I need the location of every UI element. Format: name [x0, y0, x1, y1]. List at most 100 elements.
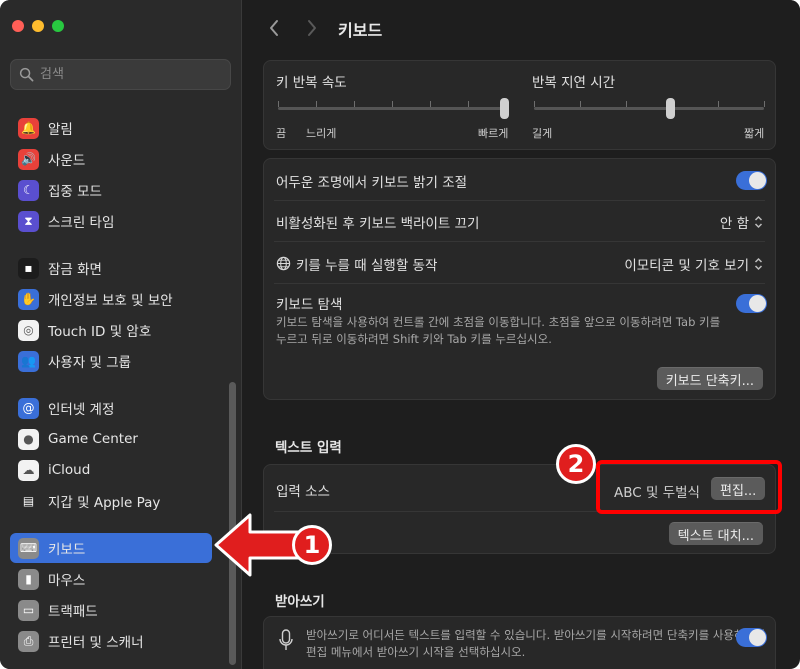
forward-button[interactable]	[301, 16, 323, 40]
divider	[274, 241, 765, 242]
keyboard-nav-toggle[interactable]	[736, 294, 767, 313]
repeat-rate-min-label: 끔	[276, 127, 287, 140]
key-repeat-card: 키 반복 속도 반복 지연 시간 끔 느리게 빠르게 길게 짧게	[263, 60, 776, 150]
text-input-section-title: 텍스트 입력	[275, 440, 342, 456]
backlight-adjust-label: 어두운 조명에서 키보드 밝기 조절	[276, 175, 468, 191]
dictation-toggle[interactable]	[736, 628, 767, 647]
speaker-icon: 🔊	[18, 148, 39, 170]
sidebar-item[interactable]: 👥 사용자 및 그룹	[10, 346, 212, 376]
sidebar-item[interactable]: ◎ Touch ID 및 암호	[10, 315, 212, 345]
sidebar-item[interactable]: ▭ 트랙패드	[10, 595, 212, 625]
repeat-delay-title: 반복 지연 시간	[532, 75, 616, 91]
search-field[interactable]	[10, 59, 231, 90]
repeat-rate-max-label: 빠르게	[478, 127, 509, 140]
sidebar-item[interactable]: ✋ 개인정보 보호 및 보안	[10, 284, 212, 314]
tick	[278, 101, 279, 107]
mouse-icon: ▮	[18, 568, 39, 590]
globe-key-popup[interactable]: 이모티콘 및 기호 보기	[624, 254, 763, 274]
backlight-adjust-toggle[interactable]	[736, 171, 767, 190]
backlight-off-value: 안 함	[719, 216, 749, 232]
sidebar-item[interactable]: ⌨ 키보드	[10, 533, 212, 563]
divider	[274, 200, 765, 201]
tick	[354, 101, 355, 107]
dictation-desc-1: 받아쓰기로 어디서든 텍스트를 입력할 수 있습니다. 받아쓰기를 시작하려면 …	[306, 628, 766, 642]
text-replacements-button[interactable]: 텍스트 대치...	[668, 522, 763, 545]
highlight-box-edit	[596, 460, 782, 514]
sidebar-item[interactable]: ▤ 지갑 및 Apple Pay	[10, 486, 212, 516]
divider	[274, 283, 765, 284]
tick	[430, 101, 431, 107]
window-controls	[12, 20, 64, 32]
sidebar-item-label: 프린터 및 스캐너	[48, 635, 144, 651]
repeat-rate-track	[278, 107, 506, 110]
sidebar-item-label: 인터넷 계정	[48, 402, 115, 418]
back-button[interactable]	[263, 16, 285, 40]
keyboard-settings-card: 어두운 조명에서 키보드 밝기 조절 비활성화된 후 키보드 백라이트 끄기 안…	[263, 158, 776, 400]
sidebar-item-label: Game Center	[48, 431, 138, 447]
sidebar-item-label: 잠금 화면	[48, 262, 102, 278]
sidebar-item[interactable]: ⧗ 스크린 타임	[10, 206, 212, 236]
sidebar-item-label: 마우스	[48, 573, 86, 589]
repeat-rate-knob[interactable]	[500, 98, 509, 119]
close-button[interactable]	[12, 20, 24, 32]
globe-key-value: 이모티콘 및 기호 보기	[624, 258, 749, 274]
sidebar-item[interactable]: ▮ 마우스	[10, 564, 212, 594]
sidebar-item[interactable]: 🔊 사운드	[10, 144, 212, 174]
repeat-delay-min-label: 길게	[532, 127, 553, 140]
sidebar-item-label: 집중 모드	[48, 184, 102, 200]
backlight-off-popup[interactable]: 안 함	[720, 212, 763, 232]
chevron-right-icon	[308, 20, 316, 36]
keyboard-nav-label: 키보드 탐색	[276, 297, 343, 313]
updown-chevron-icon	[754, 215, 763, 229]
sidebar: 🔔 알림 🔊 사운드 ☾ 집중 모드 ⧗ 스크린 타임 ▪ 잠금 화면 ✋ 개인정보 보호 및 보안 ◎…	[0, 0, 242, 669]
repeat-rate-title: 키 반복 속도	[276, 75, 347, 91]
updown-chevron-icon	[754, 257, 763, 271]
sidebar-item-label: Touch ID 및 암호	[48, 324, 152, 340]
keyboard-shortcuts-button[interactable]: 키보드 단축키...	[656, 367, 763, 390]
lock-screen-icon: ▪	[18, 257, 39, 279]
sidebar-item[interactable]: ▪ 잠금 화면	[10, 253, 212, 283]
hand-icon: ✋	[18, 288, 39, 310]
tick	[392, 101, 393, 107]
globe-key-label: 키를 누를 때 실행할 동작	[296, 258, 438, 274]
sidebar-item-label: 알림	[48, 122, 73, 138]
settings-window: 🔔 알림 🔊 사운드 ☾ 집중 모드 ⧗ 스크린 타임 ▪ 잠금 화면 ✋ 개인정보 보호 및 보안 ◎…	[0, 0, 800, 669]
dictation-card: 받아쓰기로 어디서든 텍스트를 입력할 수 있습니다. 받아쓰기를 시작하려면 …	[263, 616, 776, 669]
sidebar-item[interactable]: 🔔 알림	[10, 113, 212, 143]
repeat-delay-track	[534, 107, 764, 110]
keyboard-nav-desc-1: 키보드 탐색을 사용하여 컨트롤 간에 초점을 이동합니다. 초점을 앞으로 이…	[276, 315, 721, 329]
keyboard-icon: ⌨	[18, 537, 39, 559]
sidebar-item[interactable]: @ 인터넷 계정	[10, 393, 212, 423]
tick	[764, 101, 765, 107]
trackpad-icon: ▭	[18, 599, 39, 621]
fingerprint-icon: ◎	[18, 319, 39, 341]
minimize-button[interactable]	[32, 20, 44, 32]
microphone-icon	[279, 629, 293, 650]
sidebar-item-label: 사용자 및 그룹	[48, 355, 132, 371]
sidebar-item[interactable]: ☾ 집중 모드	[10, 175, 212, 205]
printer-icon: ⎙	[18, 630, 39, 652]
content-pane: 키 반복 속도 반복 지연 시간 끔 느리게 빠르게 길게 짧게 어두운 조명에…	[243, 56, 800, 669]
moon-icon: ☾	[18, 179, 39, 201]
step-1-badge: 1	[292, 525, 332, 565]
page-title: 키보드	[338, 21, 383, 40]
tick	[534, 101, 535, 107]
sidebar-item[interactable]: ⎙ 프린터 및 스캐너	[10, 626, 212, 656]
sidebar-item-label: 지갑 및 Apple Pay	[48, 495, 161, 511]
hourglass-icon: ⧗	[18, 210, 39, 232]
sidebar-item[interactable]: ● Game Center	[10, 424, 212, 454]
tick	[626, 101, 627, 107]
tick	[468, 101, 469, 107]
repeat-delay-knob[interactable]	[666, 98, 675, 119]
sidebar-item-label: 사운드	[48, 153, 86, 169]
search-input[interactable]	[40, 67, 220, 82]
wallet-icon: ▤	[18, 490, 39, 512]
sidebar-item-label: iCloud	[48, 462, 91, 478]
zoom-button[interactable]	[52, 20, 64, 32]
globe-icon	[276, 256, 291, 271]
sidebar-item-label: 스크린 타임	[48, 215, 115, 231]
tick	[580, 101, 581, 107]
sidebar-item[interactable]: ☁ iCloud	[10, 455, 212, 485]
tick	[718, 101, 719, 107]
game-center-icon: ●	[18, 428, 39, 450]
